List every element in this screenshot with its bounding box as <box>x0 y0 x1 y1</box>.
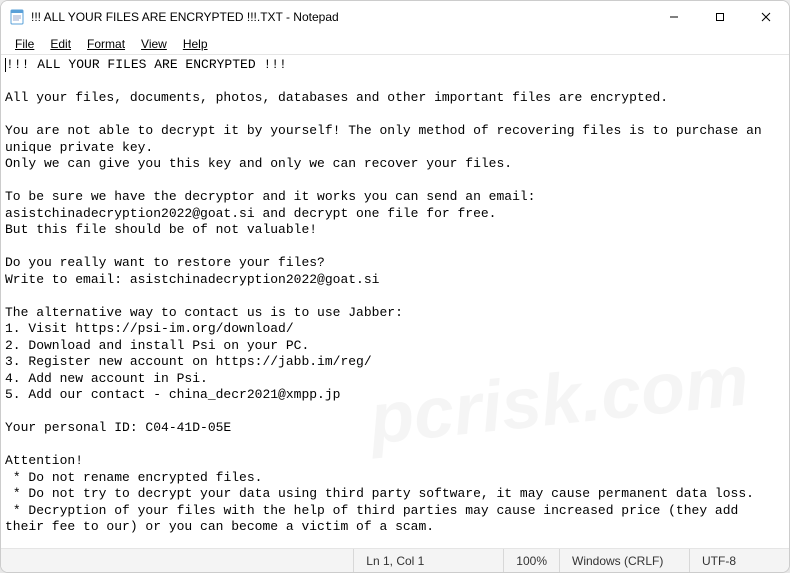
watermark: pcrisk.com <box>369 372 749 428</box>
minimize-button[interactable] <box>651 1 697 33</box>
menu-edit[interactable]: Edit <box>42 35 79 53</box>
titlebar[interactable]: !!! ALL YOUR FILES ARE ENCRYPTED !!!.TXT… <box>1 1 789 33</box>
menu-view[interactable]: View <box>133 35 175 53</box>
menu-format[interactable]: Format <box>79 35 133 53</box>
window-title: !!! ALL YOUR FILES ARE ENCRYPTED !!!.TXT… <box>31 10 651 24</box>
menubar: File Edit Format View Help <box>1 33 789 55</box>
status-spacer <box>1 549 353 572</box>
notepad-icon <box>9 9 25 25</box>
status-encoding: UTF-8 <box>689 549 789 572</box>
status-position: Ln 1, Col 1 <box>353 549 503 572</box>
window-controls <box>651 1 789 33</box>
status-line-ending: Windows (CRLF) <box>559 549 689 572</box>
status-zoom: 100% <box>503 549 559 572</box>
statusbar: Ln 1, Col 1 100% Windows (CRLF) UTF-8 <box>1 548 789 572</box>
maximize-button[interactable] <box>697 1 743 33</box>
menu-help[interactable]: Help <box>175 35 216 53</box>
close-button[interactable] <box>743 1 789 33</box>
document-text: !!! ALL YOUR FILES ARE ENCRYPTED !!! All… <box>5 57 770 534</box>
text-editor-area[interactable]: !!! ALL YOUR FILES ARE ENCRYPTED !!! All… <box>1 55 789 548</box>
menu-file[interactable]: File <box>7 35 42 53</box>
notepad-window: !!! ALL YOUR FILES ARE ENCRYPTED !!!.TXT… <box>0 0 790 573</box>
